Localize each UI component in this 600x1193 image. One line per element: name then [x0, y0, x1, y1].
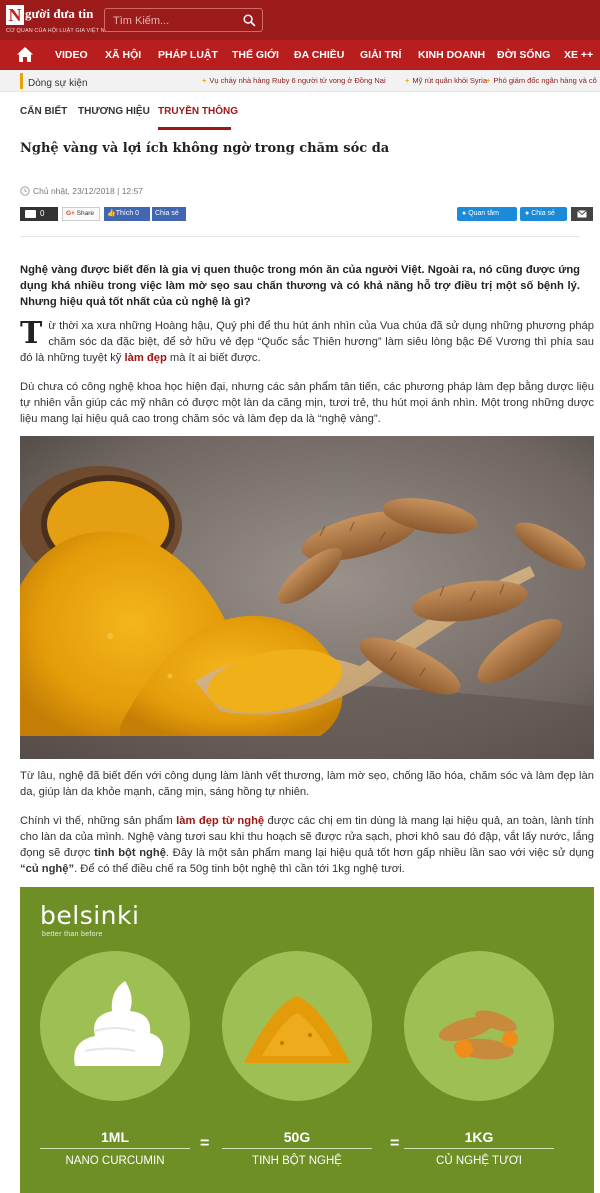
active-tab-indicator	[158, 127, 231, 130]
bold-text: “củ nghệ”	[20, 863, 75, 875]
thumbs-up-icon: 👍	[107, 210, 116, 217]
search-box	[104, 8, 263, 32]
zalo-follow-button[interactable]: ● Quan tâm	[457, 207, 517, 221]
ticker-item[interactable]: Vụ cháy nhà hàng Ruby 6 người tử vong ở …	[202, 70, 385, 91]
logo-subtitle: CƠ QUAN CỦA HỘI LUẬT GIA VIỆT NAM	[6, 28, 114, 34]
zalo-icon: ●	[525, 210, 530, 217]
nav-item-phap-luat[interactable]: PHÁP LUẬT	[158, 40, 218, 70]
label-root: CỦ NGHỆ TƯƠI	[436, 1155, 522, 1167]
link-lam-dep[interactable]: làm đẹp	[125, 352, 167, 364]
turmeric-powder-icon	[244, 996, 350, 1063]
promo-brand: belsinki	[40, 901, 140, 930]
article-paragraph: Từ lâu, nghệ đã biết đến với công dụng l…	[20, 770, 594, 798]
nav-item-kinh-doanh[interactable]: KINH DOANH	[418, 40, 485, 70]
facebook-like-button[interactable]: 👍Thích 0	[104, 207, 150, 221]
paragraph-text: . Đây là một sản phẩm mang lại hiệu quả …	[165, 847, 594, 859]
follow-label: Quan tâm	[468, 210, 499, 217]
like-label: Thích 0	[115, 210, 140, 217]
cream-circle	[40, 951, 190, 1101]
zalo-icon: ●	[462, 210, 467, 217]
zalo-share-label: Chia sẻ	[531, 210, 555, 217]
site-header: N gười đưa tin CƠ QUAN CỦA HỘI LUẬT GIA …	[0, 0, 600, 40]
equals-sign: =	[390, 1135, 400, 1152]
article-paragraph: Chính vì thế, những sản phẩm làm đẹp từ …	[20, 813, 594, 877]
cream-dollop-icon	[74, 981, 164, 1066]
google-share-button[interactable]: G+ Share	[62, 207, 100, 221]
gshare-label: Share	[76, 210, 95, 217]
ticker-label-wrap: Dòng sự kiện	[20, 73, 88, 89]
belsinki-infographic: belsinki better than before 1ML 50G 1KG	[20, 887, 594, 1193]
comment-count: 0	[40, 209, 45, 218]
amount-powder: 50G	[283, 1129, 311, 1145]
nav-item-giai-tri[interactable]: GIẢI TRÍ	[360, 40, 401, 70]
article-sapo: Nghệ vàng được biết đến là gia vị quen t…	[20, 264, 580, 308]
promo-tagline: better than before	[42, 931, 103, 938]
article-paragraph: Từ thời xa xưa những Hoàng hậu, Quý phi …	[20, 318, 594, 366]
search-icon[interactable]	[243, 14, 256, 27]
drop-cap: T	[20, 316, 43, 351]
divider	[20, 236, 580, 237]
label-powder: TINH BỘT NGHỆ	[252, 1155, 342, 1167]
link-lam-dep-tu-nghe[interactable]: làm đẹp từ nghệ	[176, 815, 264, 827]
nav-item-xa-hoi[interactable]: XÃ HỘI	[105, 40, 141, 70]
main-nav: VIDEO XÃ HỘI PHÁP LUẬT THẾ GIỚI ĐA CHIỀU…	[0, 40, 600, 70]
share-bar: 0 G+ Share 👍Thích 0 Chia sẻ ● Quan tâm ●…	[20, 207, 594, 221]
event-ticker: Dòng sự kiện Vụ cháy nhà hàng Ruby 6 ngư…	[0, 70, 600, 92]
logo-text: gười đưa tin	[25, 6, 94, 21]
turmeric-photo	[20, 436, 594, 759]
ticker-item[interactable]: Phó giám đốc ngân hàng và cô	[486, 70, 596, 91]
root-circle	[404, 951, 554, 1101]
home-icon[interactable]	[16, 46, 34, 63]
article-date: Chủ nhật, 23/12/2018 | 12:57	[20, 186, 143, 196]
ticker-item[interactable]: Mỹ rút quân khỏi Syria	[405, 70, 487, 91]
category-tabs: CẨN BIẾT THƯƠNG HIỆU TRUYỀN THÔNG	[20, 100, 580, 130]
comment-icon	[25, 210, 36, 218]
article-date-text: Chủ nhật, 23/12/2018 | 12:57	[33, 186, 143, 196]
tab-can-biet[interactable]: CẨN BIẾT	[20, 106, 67, 117]
article-paragraph: Dù chưa có công nghệ khoa học hiện đại, …	[20, 381, 594, 425]
clock-icon	[20, 186, 30, 196]
mail-icon	[577, 210, 587, 218]
label-nano: NANO CURCUMIN	[65, 1155, 165, 1167]
amount-root: 1KG	[464, 1129, 494, 1145]
tab-thuong-hieu[interactable]: THƯƠNG HIỆU	[78, 106, 150, 117]
bold-text: tinh bột nghệ	[94, 847, 166, 859]
logo-letter: N	[6, 5, 24, 25]
zalo-share-button[interactable]: ● Chia sẻ	[520, 207, 567, 221]
ticker-label: Dòng sự kiện	[28, 78, 88, 89]
turmeric-illustration	[20, 436, 594, 759]
search-input[interactable]	[113, 13, 233, 28]
divider	[222, 1148, 372, 1149]
turmeric-root-icon	[438, 1010, 518, 1060]
powder-circle	[222, 951, 372, 1101]
site-logo[interactable]: N gười đưa tin CƠ QUAN CỦA HỘI LUẬT GIA …	[6, 5, 113, 37]
amount-nano: 1ML	[101, 1129, 129, 1145]
nav-item-doi-song[interactable]: ĐỜI SỐNG	[497, 40, 550, 70]
paragraph-text: mà ít ai biết được.	[166, 352, 261, 364]
paragraph-text: ừ thời xa xưa những Hoàng hậu, Quý phi đ…	[20, 320, 594, 364]
paragraph-text: . Để có thể điều chế ra 50g tinh bột ngh…	[74, 863, 405, 875]
google-plus-icon: G+	[66, 210, 75, 217]
tab-truyen-thong[interactable]: TRUYỀN THÔNG	[158, 106, 238, 117]
divider	[404, 1148, 554, 1149]
nav-item-xe[interactable]: XE ++	[564, 40, 593, 70]
divider	[40, 1148, 190, 1149]
nav-item-video[interactable]: VIDEO	[55, 40, 88, 70]
nav-item-da-chieu[interactable]: ĐA CHIỀU	[294, 40, 344, 70]
nav-item-the-gioi[interactable]: THẾ GIỚI	[232, 40, 279, 70]
facebook-share-button[interactable]: Chia sẻ	[152, 207, 186, 221]
comment-button[interactable]: 0	[20, 207, 58, 221]
paragraph-text: Chính vì thế, những sản phẩm	[20, 815, 177, 827]
email-button[interactable]	[571, 207, 593, 221]
equals-sign: =	[200, 1135, 210, 1152]
article-title: Nghệ vàng và lợi ích không ngờ trong chă…	[20, 141, 390, 156]
